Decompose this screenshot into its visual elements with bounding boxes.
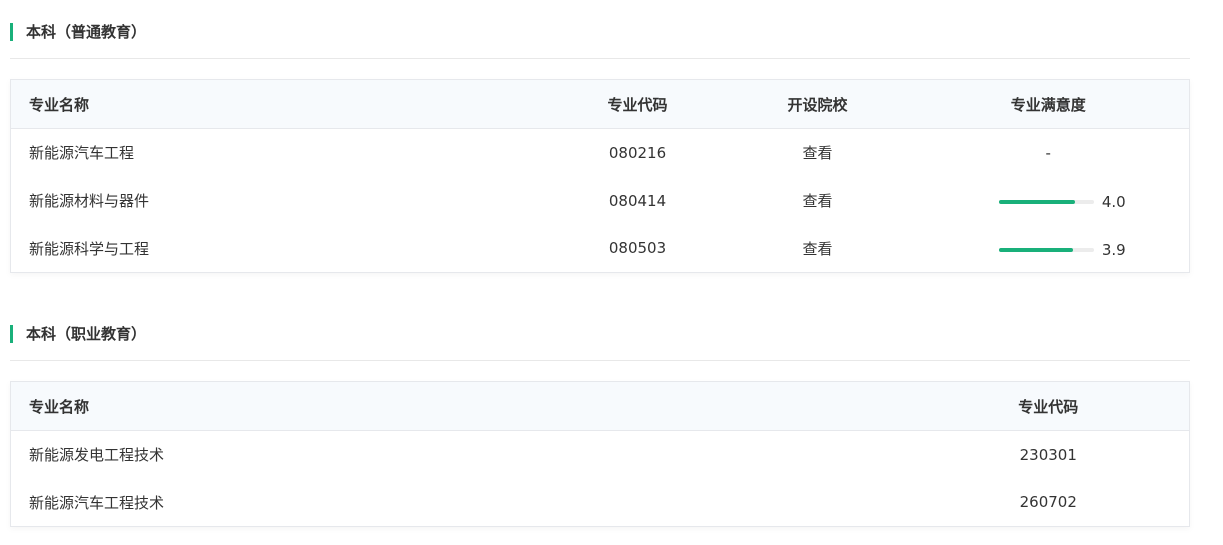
satisfaction-value: 3.9: [1101, 240, 1126, 259]
col-header-name: 专业名称: [10, 79, 548, 129]
table-header: 专业名称 专业代码 开设院校 专业满意度: [10, 79, 1190, 129]
col-header-code: 专业代码: [547, 79, 728, 129]
major-code: 230301: [1019, 445, 1077, 464]
major-name[interactable]: 新能源汽车工程: [11, 129, 548, 177]
satisfaction-value: 4.0: [1101, 193, 1126, 211]
major-name[interactable]: 新能源材料与器件: [11, 177, 548, 225]
table-row: 新能源科学与工程 080503 查看 3.9: [11, 225, 1190, 273]
satisfaction-value: -: [1045, 143, 1051, 162]
table-row: 新能源发电工程技术 230301: [11, 431, 1190, 479]
section-title-general: 本科（普通教育）: [10, 23, 146, 41]
major-code: 260702: [1019, 493, 1077, 512]
col-header-satisfaction: 专业满意度: [907, 79, 1190, 129]
satisfaction-bar-fill: [998, 247, 1073, 252]
major-name[interactable]: 新能源发电工程技术: [11, 431, 908, 479]
table-row: 新能源汽车工程技术 260702: [11, 479, 1190, 527]
table-row: 新能源材料与器件 080414 查看 4.0: [11, 177, 1190, 225]
col-header-code: 专业代码: [907, 381, 1190, 431]
table-header: 专业名称 专业代码: [10, 381, 1190, 431]
col-header-schools: 开设院校: [727, 79, 908, 129]
col-header-name: 专业名称: [10, 381, 908, 431]
view-schools-link[interactable]: 查看: [728, 177, 908, 225]
vocational-majors-table: 专业名称 专业代码 新能源发电工程技术 230301 新能源汽车工程技术 260…: [10, 381, 1190, 527]
major-name[interactable]: 新能源科学与工程: [11, 225, 548, 273]
major-code: 080503: [608, 239, 667, 258]
major-name[interactable]: 新能源汽车工程技术: [11, 479, 908, 527]
satisfaction-bar: [998, 200, 1094, 204]
general-majors-table: 专业名称 专业代码 开设院校 专业满意度 新能源汽车工程 080216 查看 -…: [10, 79, 1190, 273]
table-row: 新能源汽车工程 080216 查看 -: [11, 129, 1190, 177]
satisfaction-bar: [998, 247, 1094, 252]
view-schools-link[interactable]: 查看: [728, 225, 908, 273]
divider: [10, 360, 1190, 361]
satisfaction-bar-fill: [998, 200, 1075, 204]
major-code: 080216: [608, 143, 667, 162]
section-title-vocational: 本科（职业教育）: [10, 325, 146, 343]
view-schools-link[interactable]: 查看: [728, 129, 908, 177]
major-code: 080414: [608, 191, 667, 210]
divider: [10, 58, 1190, 59]
